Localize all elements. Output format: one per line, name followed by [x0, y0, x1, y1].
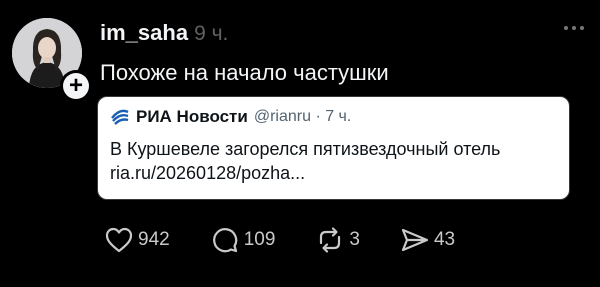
follow-button[interactable]: + [60, 70, 92, 102]
heart-icon [105, 227, 133, 253]
repost-count: 3 [349, 229, 360, 250]
reply-count: 109 [243, 229, 276, 250]
send-icon [401, 228, 429, 252]
reply-button[interactable]: 109 [210, 226, 276, 254]
ria-logo-icon [111, 109, 129, 125]
like-count: 942 [138, 229, 170, 250]
more-horizontal-icon[interactable] [564, 26, 584, 30]
comment-icon [212, 228, 237, 253]
quoted-author-handle: @rianru · 7 ч. [253, 108, 352, 125]
thread-post: + im_saha 9 ч. Похоже на начало частушки… [0, 0, 600, 287]
username[interactable]: im_saha [100, 20, 188, 46]
plus-icon: + [63, 73, 89, 99]
share-count: 43 [433, 229, 456, 250]
quoted-post-card[interactable]: РИА Новости @rianru · 7 ч. В Куршевеле з… [97, 96, 570, 200]
quoted-post-body: В Куршевеле загорелся пятизвездочный оте… [110, 137, 557, 185]
share-button[interactable]: 43 [400, 226, 455, 254]
avatar-container[interactable]: + [12, 18, 92, 102]
post-timestamp: 9 ч. [194, 22, 229, 45]
quoted-post-text: В Куршевеле загорелся пятизвездочный оте… [110, 139, 501, 159]
quoted-post-header: РИА Новости @rianru · 7 ч. [110, 107, 557, 127]
like-button[interactable]: 942 [104, 226, 170, 254]
quoted-post-link[interactable]: ria.ru/20260128/pozha... [110, 161, 557, 185]
repost-button[interactable]: 3 [315, 226, 360, 254]
post-actions: 942 109 3 43 [104, 226, 495, 254]
post-text: Похоже на начало частушки [100, 60, 389, 85]
post-header: im_saha 9 ч. [100, 20, 228, 46]
repost-icon [320, 227, 341, 253]
quoted-author-name: РИА Новости [136, 107, 248, 126]
